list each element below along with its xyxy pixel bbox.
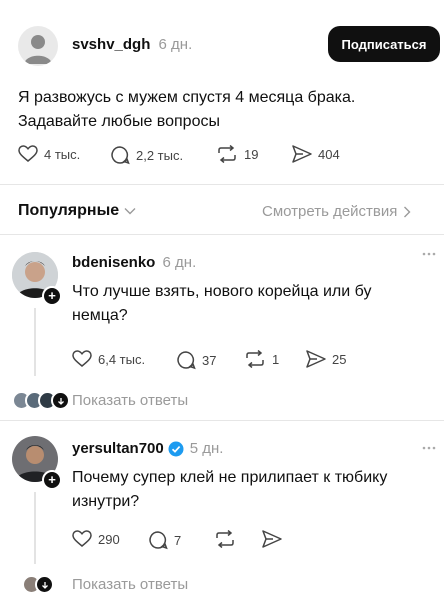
author-username[interactable]: svshv_dgh: [72, 36, 150, 53]
more-icon: [422, 252, 436, 256]
heart-icon: [18, 145, 38, 162]
comment-button[interactable]: 2,2 тыс.: [110, 145, 183, 165]
share-icon: [292, 145, 312, 163]
comment-icon: [111, 146, 130, 165]
post-text-line: Я развожусь с мужем спустя 4 месяца брак…: [18, 89, 356, 106]
reply-time: 6 дн.: [162, 254, 197, 271]
repost-icon: [216, 530, 234, 548]
post-text-line: Задавайте любые вопросы: [18, 113, 220, 130]
arrow-down-icon: [57, 397, 64, 405]
view-activity-label: Смотреть действия: [262, 203, 398, 220]
comment-count: 2,2 тыс.: [136, 147, 184, 163]
comment-icon: [177, 351, 196, 370]
author-avatar[interactable]: [18, 26, 58, 66]
share-count: 25: [332, 351, 347, 367]
show-replies-link[interactable]: Показать ответы: [72, 576, 188, 593]
mini-avatar: [51, 391, 70, 410]
repost-icon: [246, 350, 264, 368]
verified-icon: [168, 441, 184, 456]
reply-text: Что лучше взять, нового корейца или бу н…: [72, 280, 371, 328]
chevron-right-icon: [404, 206, 411, 217]
mini-avatar: [35, 575, 54, 594]
comment-count: 37: [202, 352, 217, 368]
reply-username[interactable]: bdenisenko: [72, 254, 155, 271]
comment-button[interactable]: 37: [176, 350, 216, 370]
mini-avatars: [12, 391, 70, 410]
repost-count: 19: [244, 146, 259, 162]
divider: [0, 184, 444, 185]
reply-text-line: Почему супер клей не прилипает к тюбику: [72, 469, 388, 486]
heart-icon: [72, 530, 92, 547]
view-activity-link[interactable]: Смотреть действия: [262, 203, 411, 220]
subscribe-button[interactable]: Подписаться: [328, 26, 440, 62]
comment-icon: [149, 531, 168, 550]
share-icon: [262, 530, 282, 548]
mini-avatars: [22, 575, 54, 594]
repost-button[interactable]: 1: [244, 350, 279, 368]
reply-text-line: изнутри?: [72, 493, 140, 510]
follow-plus-button[interactable]: +: [42, 470, 62, 490]
share-button[interactable]: [262, 530, 282, 548]
thread-line: [34, 308, 36, 376]
repost-icon: [218, 145, 236, 163]
sort-label: Популярные: [18, 202, 120, 219]
thread-line: [34, 492, 36, 564]
reply-text-line: немца?: [72, 307, 128, 324]
post-text: Я развожусь с мужем спустя 4 месяца брак…: [18, 86, 355, 134]
reply-time: 5 дн.: [189, 440, 224, 457]
reply-item: + yersultan700 5 дн. Почему супер клей н…: [0, 420, 444, 600]
like-button[interactable]: 290: [72, 530, 120, 548]
sort-dropdown[interactable]: Популярные: [18, 202, 136, 220]
share-count: 404: [318, 146, 340, 162]
reply-item: + bdenisenko 6 дн. Что лучше взять, ново…: [0, 234, 444, 420]
show-replies-link[interactable]: Показать ответы: [72, 392, 188, 409]
comment-count: 7: [174, 532, 182, 548]
like-button[interactable]: 4 тыс.: [18, 145, 80, 163]
more-button[interactable]: [422, 252, 436, 256]
like-count: 6,4 тыс.: [98, 351, 146, 367]
like-button[interactable]: 6,4 тыс.: [72, 350, 145, 368]
reply-username[interactable]: yersultan700: [72, 440, 164, 457]
share-button[interactable]: 404: [292, 145, 340, 163]
share-button[interactable]: 25: [306, 350, 346, 368]
share-icon: [306, 350, 326, 368]
reply-text-line: Что лучше взять, нового корейца или бу: [72, 283, 372, 300]
user-icon: [24, 35, 52, 64]
follow-plus-button[interactable]: +: [42, 286, 62, 306]
post-time: 6 дн.: [158, 36, 193, 53]
arrow-down-icon: [41, 581, 48, 589]
like-count: 290: [98, 531, 120, 547]
chevron-down-icon: [124, 208, 136, 215]
repost-button[interactable]: [214, 530, 236, 548]
like-count: 4 тыс.: [44, 146, 81, 162]
comment-button[interactable]: 7: [148, 530, 181, 550]
more-button[interactable]: [422, 446, 436, 450]
heart-icon: [72, 350, 92, 367]
repost-count: 1: [272, 351, 280, 367]
reply-text: Почему супер клей не прилипает к тюбику …: [72, 466, 387, 514]
more-icon: [422, 446, 436, 450]
repost-button[interactable]: 19: [216, 145, 258, 163]
